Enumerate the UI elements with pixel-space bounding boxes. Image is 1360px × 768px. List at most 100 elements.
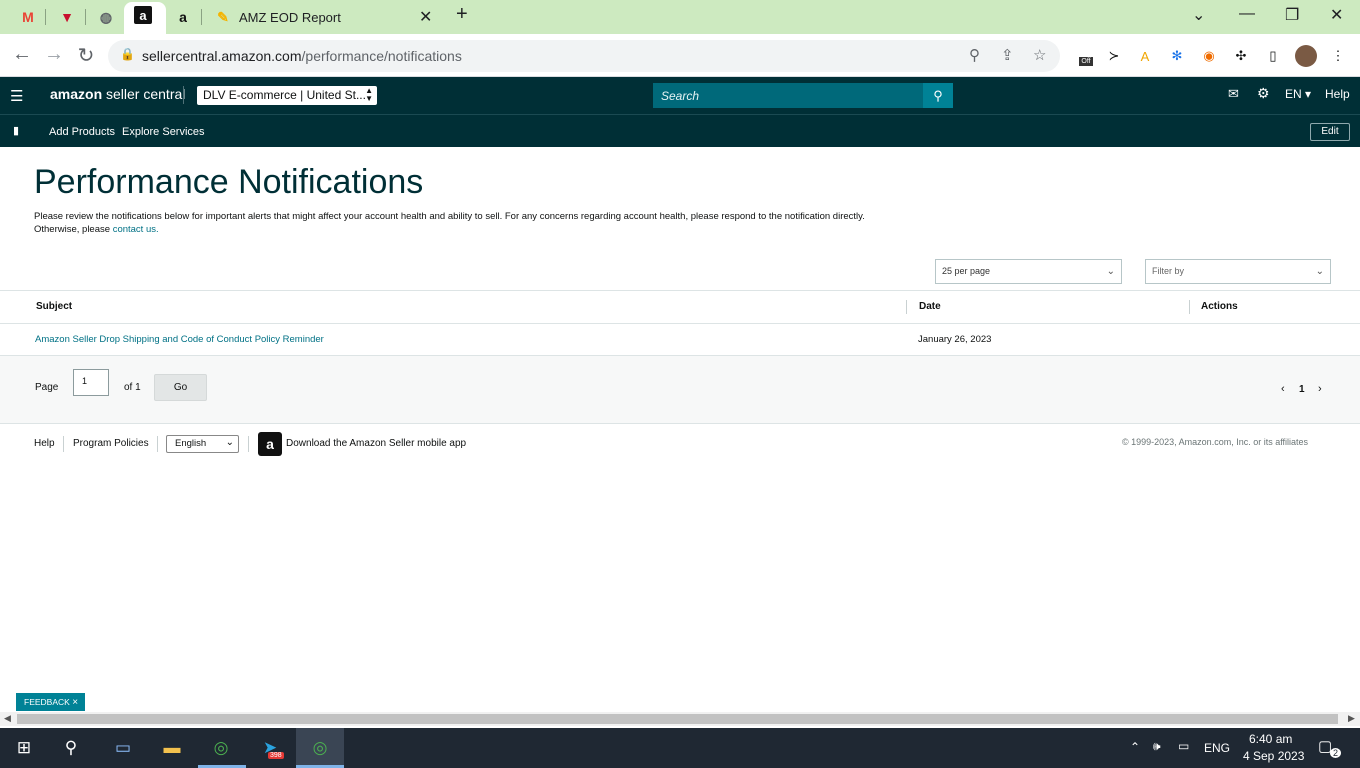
tab-separator — [85, 9, 86, 25]
footer-program-policies-link[interactable]: Program Policies — [73, 438, 149, 449]
amazon-seller-app-icon[interactable]: a — [258, 432, 282, 456]
profile-avatar[interactable] — [1295, 45, 1317, 67]
page-link-current[interactable]: 1 — [1299, 384, 1305, 395]
browser-tab-bar: M ▼ ◍ a a ✎ AMZ EOD Report ✕ + ⌄ — ❐ ✕ — [0, 0, 1360, 34]
network-icon[interactable]: ▭ — [1178, 739, 1189, 753]
column-subject[interactable]: Subject — [36, 301, 72, 312]
pen-icon: ✎ — [217, 8, 229, 25]
file-explorer-icon[interactable]: ▬ — [159, 736, 185, 760]
go-button[interactable]: Go — [154, 374, 207, 401]
tab-separator — [45, 9, 46, 25]
chevron-down-icon[interactable]: ⌄ — [1192, 5, 1205, 25]
chevron-right-icon[interactable]: › — [1318, 383, 1322, 395]
zoom-icon[interactable]: ⚲ — [969, 46, 980, 64]
close-icon[interactable]: × — [72, 697, 78, 708]
gear-icon[interactable]: ⚙ — [1257, 85, 1270, 102]
globe-icon[interactable]: ◍ — [95, 6, 117, 28]
table-row: Amazon Seller Drop Shipping and Code of … — [0, 324, 1360, 356]
windows-start-icon[interactable]: ⊞ — [11, 736, 37, 760]
search-icon[interactable]: ⚲ — [58, 736, 84, 760]
column-divider — [1189, 300, 1190, 314]
chrome-icon[interactable]: ◎ — [208, 736, 234, 760]
pagination-bar: Page 1 of 1 Go ‹ 1 › — [0, 356, 1360, 424]
reload-button[interactable]: ↻ — [74, 43, 98, 68]
language-dropdown[interactable]: English ⌄ — [166, 435, 239, 453]
page-title: Performance Notifications — [34, 163, 424, 201]
amazon-icon: a — [134, 6, 152, 24]
footer-help-link[interactable]: Help — [34, 438, 55, 449]
clock-time[interactable]: 6:40 am — [1249, 732, 1292, 746]
back-button[interactable]: ← — [10, 43, 34, 66]
download-app-link[interactable]: Download the Amazon Seller mobile app — [286, 438, 466, 449]
bookmark-star-icon[interactable]: ☆ — [1033, 46, 1046, 64]
header-divider — [183, 86, 184, 104]
lock-icon[interactable]: 🔒 — [120, 47, 135, 61]
copyright: © 1999-2023, Amazon.com, Inc. or its aff… — [1122, 437, 1309, 447]
contact-us-link[interactable]: contact us. — [113, 224, 159, 235]
amz-scout-icon[interactable]: A — [1136, 47, 1154, 65]
url-text[interactable]: sellercentral.amazon.com/performance/not… — [142, 48, 462, 64]
tab-amz-eod-report[interactable]: ✎ AMZ EOD Report ✕ — [206, 2, 442, 34]
chevron-up-icon[interactable]: ⌃ — [1130, 740, 1140, 754]
menu-icon[interactable]: ⋮ — [1329, 47, 1347, 65]
close-icon[interactable]: ✕ — [419, 7, 432, 27]
footer-divider — [63, 436, 64, 452]
seller-central-logo[interactable]: amazon seller central — [50, 86, 185, 102]
forward-button[interactable]: → — [42, 43, 66, 66]
nav-add-products[interactable]: Add Products — [49, 126, 115, 138]
tab-amazon-active[interactable]: a — [124, 2, 166, 34]
desktop-app-icon[interactable]: ▭ — [110, 736, 136, 760]
edit-button[interactable]: Edit — [1310, 123, 1350, 141]
gmail-icon[interactable]: M — [17, 6, 39, 28]
extension-icon[interactable]: ✻ — [1168, 47, 1186, 65]
scroll-left-icon[interactable]: ◀ — [4, 713, 11, 724]
chevron-left-icon[interactable]: ‹ — [1281, 383, 1285, 395]
hamburger-menu-icon[interactable]: ☰ — [10, 87, 23, 105]
puzzle-icon[interactable]: ✣ — [1232, 47, 1250, 65]
extension-icon[interactable]: ◉ — [1200, 47, 1218, 65]
omnibox[interactable]: 🔒 sellercentral.amazon.com/performance/n… — [108, 40, 1060, 72]
column-date[interactable]: Date — [919, 301, 941, 312]
nav-explore-services[interactable]: Explore Services — [122, 126, 205, 138]
table-header: Subject Date Actions — [0, 290, 1360, 324]
scroll-right-icon[interactable]: ▶ — [1348, 713, 1355, 724]
notification-subject-link[interactable]: Amazon Seller Drop Shipping and Code of … — [35, 334, 324, 345]
page-label: Page — [35, 382, 59, 393]
share-icon[interactable]: ⇪ — [1001, 46, 1014, 64]
per-page-select[interactable]: 25 per page ⌄ — [935, 259, 1122, 284]
tab-separator — [201, 9, 202, 25]
mail-icon[interactable]: ✉ — [1228, 86, 1239, 102]
clock-date[interactable]: 4 Sep 2023 — [1243, 749, 1304, 763]
shield-tab-icon[interactable]: ▼ — [56, 6, 78, 28]
help-link[interactable]: Help — [1325, 87, 1350, 101]
filter-select[interactable]: Filter by ⌄ — [1145, 259, 1331, 284]
new-tab-button[interactable]: + — [456, 3, 468, 26]
scrollbar-thumb[interactable] — [17, 714, 1338, 724]
search-input[interactable]: Search — [653, 83, 923, 108]
amazon-icon[interactable]: a — [172, 6, 194, 28]
page-number-input[interactable]: 1 — [73, 369, 109, 396]
bookmark-icon[interactable]: ▮ — [13, 124, 19, 137]
extension-icon[interactable]: ≻ — [1105, 47, 1123, 65]
restore-button[interactable]: ❐ — [1285, 5, 1299, 25]
speaker-icon[interactable]: 🕪 — [1153, 739, 1161, 754]
windows-taskbar: ⊞ ⚲ ▭ ▬ ◎ ➤ 398 ◎ ⌃ 🕪 ▭ ENG 6:40 am 4 Se… — [0, 728, 1360, 768]
page-total-label: of 1 — [124, 382, 141, 393]
search-button[interactable]: ⚲ — [923, 83, 953, 108]
horizontal-scrollbar[interactable]: ◀ ▶ — [0, 712, 1360, 726]
seller-central-header: ☰ amazon seller central DLV E-commerce |… — [0, 77, 1360, 114]
language-indicator[interactable]: ENG — [1204, 741, 1230, 755]
close-window-button[interactable]: ✕ — [1330, 5, 1343, 25]
address-bar-row: ← → ↻ 🔒 sellercentral.amazon.com/perform… — [0, 34, 1360, 77]
column-actions: Actions — [1201, 301, 1238, 312]
side-panel-icon[interactable]: ▯ — [1264, 47, 1282, 65]
tab-title: AMZ EOD Report — [239, 10, 341, 25]
footer-divider — [248, 436, 249, 452]
account-selector[interactable]: DLV E-commerce | United St... ▲ ▼ — [197, 86, 377, 105]
extension-off-icon[interactable]: Off — [1075, 47, 1097, 66]
language-selector[interactable]: EN ▾ — [1285, 87, 1311, 101]
feedback-button[interactable]: FEEDBACK × — [16, 693, 85, 711]
footer-divider — [157, 436, 158, 452]
chrome-icon[interactable]: ◎ — [307, 736, 333, 760]
minimize-button[interactable]: — — [1239, 5, 1255, 23]
